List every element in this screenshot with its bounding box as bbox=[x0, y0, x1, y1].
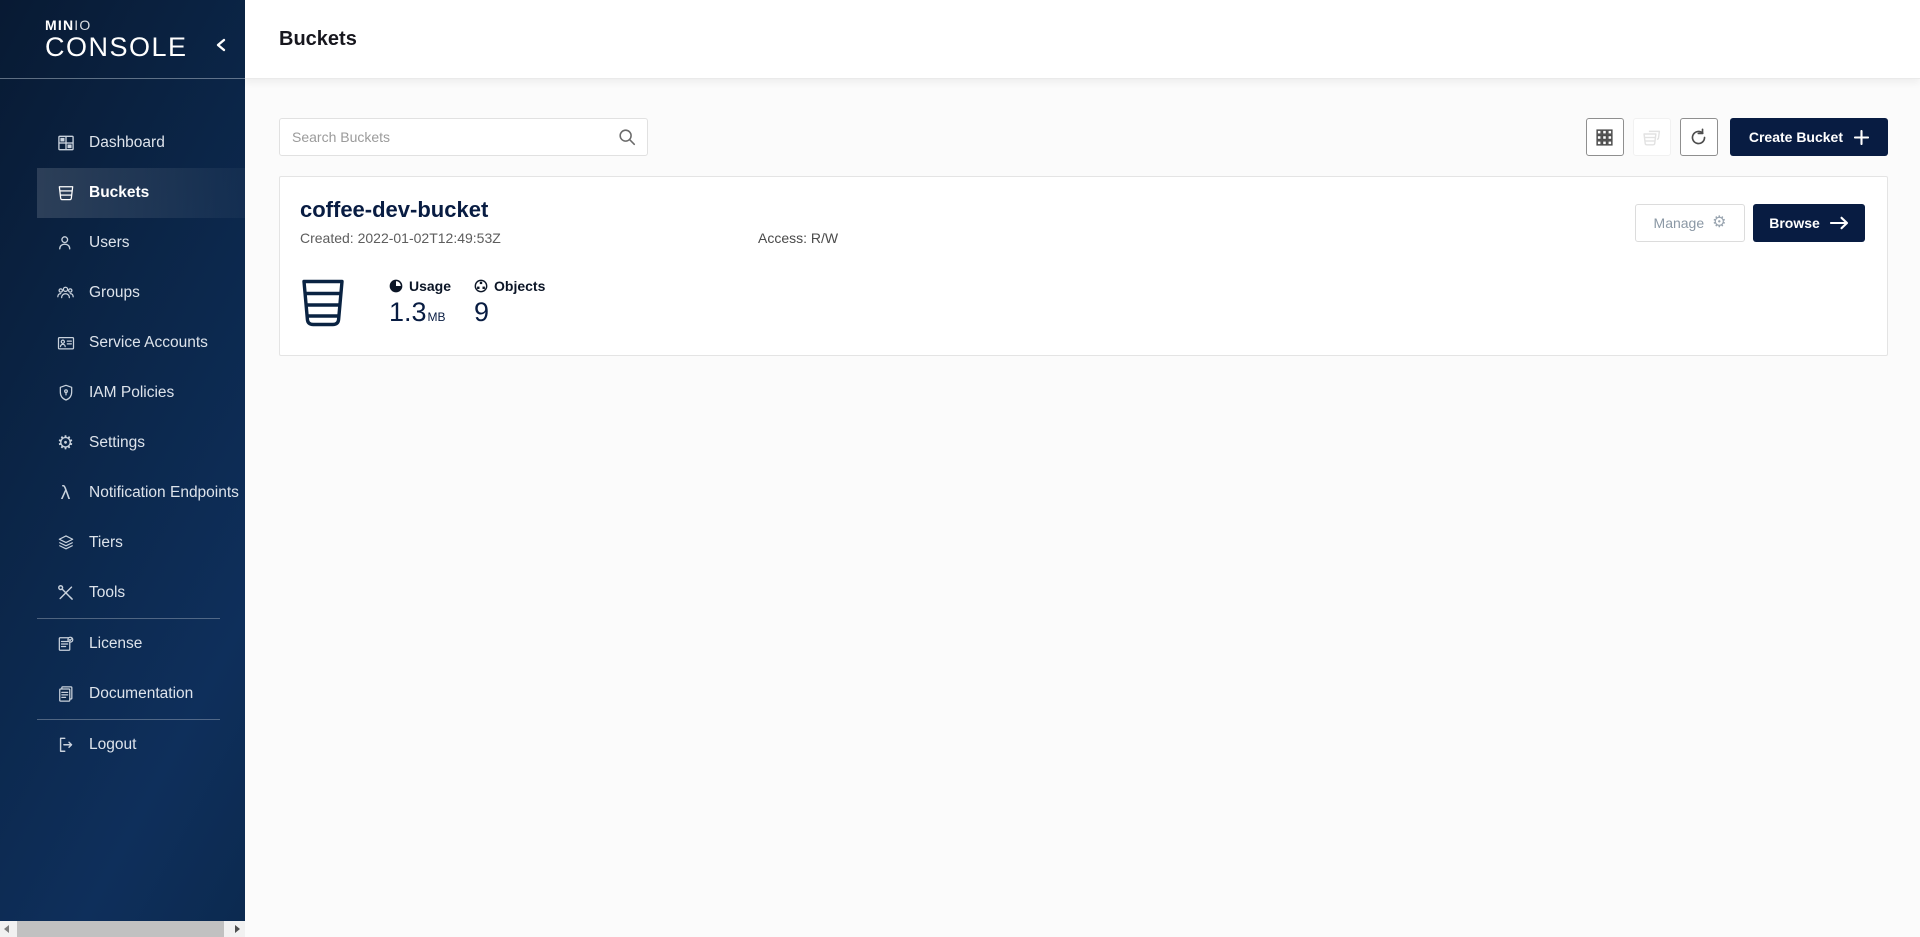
scrollbar-left-arrow[interactable] bbox=[4, 925, 9, 933]
logo-text-io: IO bbox=[74, 17, 91, 33]
sidebar: MINIO CONSOLE Dashboard bbox=[0, 0, 245, 921]
sidebar-item-label: Users bbox=[89, 234, 129, 252]
minio-logo: MINIO bbox=[45, 18, 245, 33]
logo-text-min: MIN bbox=[45, 17, 74, 33]
search-icon bbox=[617, 127, 637, 147]
sidebar-item-logout[interactable]: Logout bbox=[0, 720, 245, 770]
manage-button[interactable]: Manage ⚙ bbox=[1635, 204, 1745, 242]
sidebar-item-groups[interactable]: Groups bbox=[0, 268, 245, 318]
scrollbar-right-arrow[interactable] bbox=[235, 925, 240, 933]
iam-policies-shield-icon bbox=[55, 383, 76, 404]
sidebar-item-label: Logout bbox=[89, 736, 136, 754]
minio-console-app: MINIO CONSOLE Dashboard bbox=[0, 0, 1920, 937]
objects-value-row: 9 bbox=[474, 297, 545, 327]
tools-icon bbox=[55, 583, 76, 604]
sidebar-item-label: Tiers bbox=[89, 534, 123, 552]
users-icon bbox=[55, 233, 76, 254]
content-area: Create Bucket coffee-dev-bucket Created:… bbox=[245, 79, 1920, 356]
objects-value: 9 bbox=[474, 297, 489, 327]
dashboard-icon bbox=[55, 133, 76, 154]
logout-icon bbox=[55, 735, 76, 756]
buckets-toolbar: Create Bucket bbox=[279, 118, 1888, 156]
groups-icon bbox=[55, 283, 76, 304]
bucket-icon bbox=[300, 278, 346, 327]
sidebar-item-license[interactable]: License bbox=[0, 619, 245, 669]
objects-label: Objects bbox=[494, 278, 545, 294]
browse-label: Browse bbox=[1769, 215, 1820, 231]
create-bucket-label: Create Bucket bbox=[1749, 129, 1843, 145]
sidebar-item-documentation[interactable]: Documentation bbox=[0, 669, 245, 719]
sidebar-item-tiers[interactable]: Tiers bbox=[0, 518, 245, 568]
sidebar-item-dashboard[interactable]: Dashboard bbox=[0, 118, 245, 168]
sidebar-item-users[interactable]: Users bbox=[0, 218, 245, 268]
objects-label-row: Objects bbox=[474, 278, 545, 294]
sidebar-item-label: Tools bbox=[89, 584, 125, 602]
objects-icon bbox=[474, 279, 488, 293]
bucket-list-icon bbox=[1641, 127, 1662, 148]
bucket-meta: Created: 2022-01-02T12:49:53Z Access: R/… bbox=[300, 230, 1865, 247]
usage-label-row: Usage bbox=[389, 278, 451, 294]
tiers-layers-icon bbox=[55, 533, 76, 554]
bucket-body: Usage 1.3 MB bbox=[300, 278, 568, 327]
buckets-icon bbox=[55, 183, 76, 204]
sidebar-item-service-accounts[interactable]: Service Accounts bbox=[0, 318, 245, 368]
bucket-access: Access: R/W bbox=[758, 230, 838, 246]
usage-unit: MB bbox=[428, 310, 446, 327]
sidebar-item-label: IAM Policies bbox=[89, 384, 174, 402]
chevron-left-icon bbox=[213, 36, 231, 54]
documentation-icon bbox=[55, 684, 76, 705]
grid-view-icon bbox=[1594, 127, 1615, 148]
create-bucket-button[interactable]: Create Bucket bbox=[1730, 118, 1888, 156]
usage-value-row: 1.3 MB bbox=[389, 297, 451, 327]
grid-view-button[interactable] bbox=[1586, 118, 1624, 156]
refresh-icon bbox=[1688, 127, 1709, 148]
objects-metric: Objects 9 bbox=[474, 278, 545, 327]
scrollbar-thumb[interactable] bbox=[17, 921, 224, 937]
sidebar-item-label: Groups bbox=[89, 284, 140, 302]
usage-value: 1.3 bbox=[389, 297, 427, 327]
logo-area: MINIO CONSOLE bbox=[0, 0, 245, 79]
refresh-button[interactable] bbox=[1680, 118, 1718, 156]
horizontal-scrollbar[interactable] bbox=[0, 921, 245, 937]
manage-label: Manage bbox=[1654, 215, 1705, 231]
plus-icon bbox=[1854, 130, 1869, 145]
service-accounts-icon bbox=[55, 333, 76, 354]
usage-pie-icon bbox=[389, 279, 403, 293]
sidebar-nav: Dashboard Buckets bbox=[0, 79, 245, 770]
sidebar-item-label: Settings bbox=[89, 434, 145, 452]
sidebar-item-notification-endpoints[interactable]: λ Notification Endpoints bbox=[0, 468, 245, 518]
sidebar-item-label: Service Accounts bbox=[89, 334, 208, 352]
search-wrap bbox=[279, 118, 648, 156]
license-icon bbox=[55, 634, 76, 655]
bucket-name[interactable]: coffee-dev-bucket bbox=[300, 197, 1865, 223]
gear-icon: ⚙ bbox=[1712, 215, 1726, 231]
sidebar-item-label: Dashboard bbox=[89, 134, 165, 152]
sidebar-item-iam-policies[interactable]: IAM Policies bbox=[0, 368, 245, 418]
bucket-card: coffee-dev-bucket Created: 2022-01-02T12… bbox=[279, 176, 1888, 356]
list-view-button bbox=[1633, 118, 1671, 156]
usage-label: Usage bbox=[409, 278, 451, 294]
usage-metric: Usage 1.3 MB bbox=[389, 278, 451, 327]
sidebar-item-settings[interactable]: ⚙ Settings bbox=[0, 418, 245, 468]
sidebar-item-label: Documentation bbox=[89, 685, 193, 703]
sidebar-item-label: Notification Endpoints bbox=[89, 484, 239, 502]
search-input[interactable] bbox=[279, 118, 648, 156]
sidebar-item-label: Buckets bbox=[89, 184, 149, 202]
page-header: Buckets bbox=[245, 0, 1920, 79]
settings-gear-icon: ⚙ bbox=[55, 433, 76, 454]
sidebar-item-label: License bbox=[89, 635, 142, 653]
sidebar-item-tools[interactable]: Tools bbox=[0, 568, 245, 618]
bucket-created: Created: 2022-01-02T12:49:53Z bbox=[300, 230, 501, 246]
arrow-right-icon bbox=[1830, 216, 1849, 230]
sidebar-item-buckets[interactable]: Buckets bbox=[0, 168, 245, 218]
sidebar-collapse-button[interactable] bbox=[213, 36, 231, 54]
browse-button[interactable]: Browse bbox=[1753, 204, 1865, 242]
main-area: Buckets bbox=[245, 0, 1920, 937]
page-title: Buckets bbox=[279, 28, 357, 51]
lambda-icon: λ bbox=[55, 483, 76, 504]
